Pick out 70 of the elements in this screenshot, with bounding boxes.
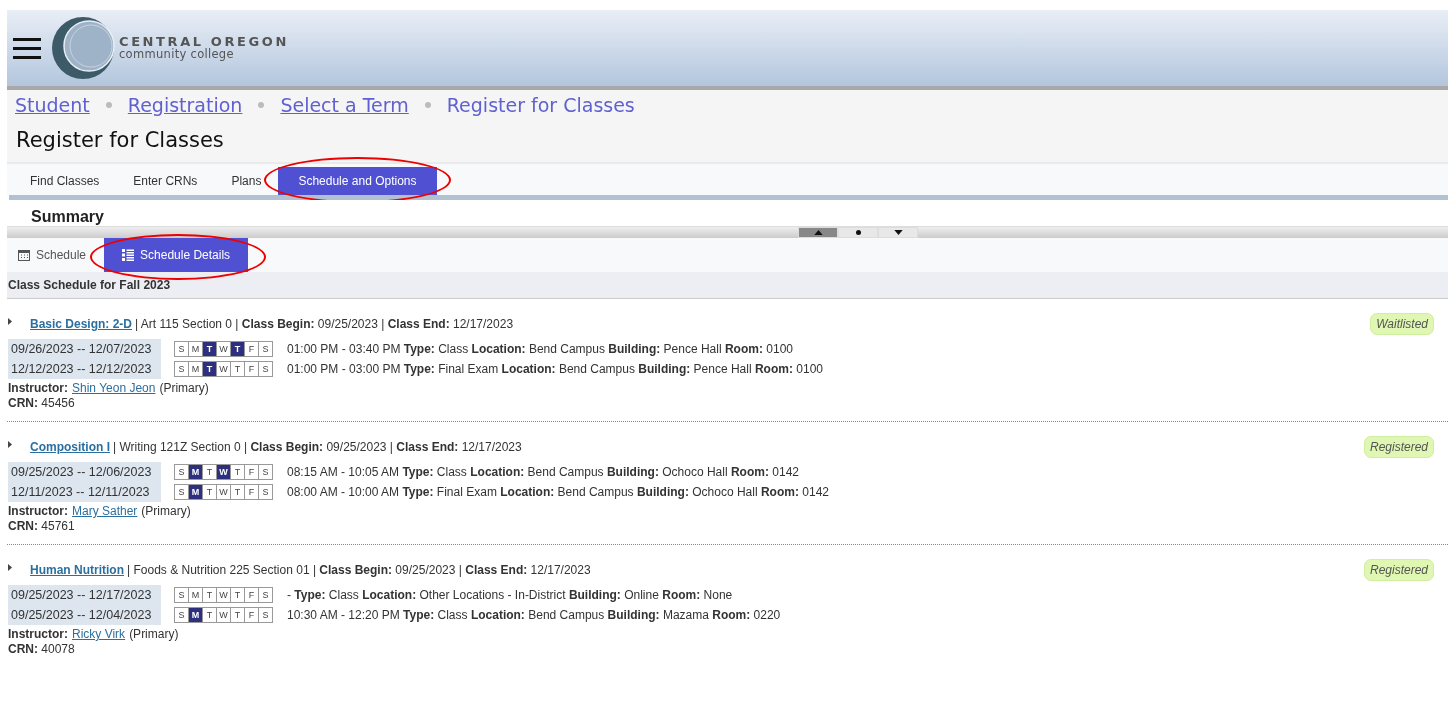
schedule-heading: Class Schedule for Fall 2023 (8, 278, 171, 292)
crn-text: CRN: 45456 (8, 396, 76, 410)
logo-subtitle: community college (119, 49, 235, 61)
meeting-details: 10:30 AM - 12:20 PM Type: Class Location: Bend Campus Building: Mazama Room: 0220 (287, 608, 781, 622)
meeting-details: 01:00 PM - 03:40 PM Type: Class Location: Bend Campus Building: Pence Hall Room: 0100 (287, 342, 793, 356)
instructor-link[interactable]: Shin Yeon Jeon (72, 381, 156, 395)
breadcrumb-separator (424, 102, 431, 108)
calendar-icon (18, 249, 30, 261)
crn-text: CRN: 45761 (8, 519, 76, 533)
dot-icon (855, 230, 861, 235)
instructor-link[interactable]: Mary Sather (72, 504, 138, 518)
course-info: | Foods & Nutrition 225 Section 01 | Class Begin: 09/25/2023 | Class End: 12/17/2023 (127, 563, 591, 577)
summary-heading: Summary (31, 207, 105, 226)
tab[interactable]: Plans (214, 167, 279, 195)
status-label: Registered (1363, 559, 1434, 581)
expand-caret-icon[interactable] (8, 440, 12, 448)
instructor-label: Instructor: (8, 627, 68, 641)
weekday-box: S (258, 587, 273, 603)
instructor-role: (Primary) (141, 504, 191, 518)
menu-icon[interactable] (13, 35, 41, 61)
view-tab[interactable]: Schedule Details (104, 238, 249, 272)
caret-down-icon (893, 230, 903, 235)
tab[interactable]: Schedule and Options (278, 167, 437, 195)
restore-button[interactable] (838, 227, 878, 238)
breadcrumb-current: Register for Classes (446, 94, 635, 116)
tab[interactable]: Find Classes (13, 167, 117, 195)
date-range: 09/26/2023 -- 12/07/2023 (8, 339, 161, 359)
course-title-link[interactable]: Human Nutrition (30, 563, 124, 577)
expand-caret-icon[interactable] (8, 317, 12, 325)
course-title-link[interactable]: Composition I (30, 440, 110, 454)
view-tab[interactable]: Schedule (12, 238, 93, 272)
weekday-box: S (258, 464, 273, 480)
instructor-link[interactable]: Ricky Virk (72, 627, 126, 641)
tab[interactable]: Enter CRNs (116, 167, 215, 195)
expand-down-button[interactable] (878, 227, 918, 238)
collapse-up-button[interactable] (798, 227, 838, 238)
crn-text: CRN: 40078 (8, 642, 76, 656)
date-range: 12/11/2023 -- 12/11/2023 (8, 482, 161, 502)
status-label: Registered (1363, 436, 1434, 458)
date-range: 09/25/2023 -- 12/04/2023 (8, 605, 161, 625)
meeting-details: 01:00 PM - 03:00 PM Type: Final Exam Location: Bend Campus Building: Pence Hall Room: 0100 (287, 362, 823, 376)
breadcrumb-link[interactable]: Registration (127, 94, 243, 116)
instructor-label: Instructor: (8, 381, 68, 395)
weekday-box: S (258, 361, 273, 377)
course-info: | Writing 121Z Section 0 | Class Begin: 09/25/2023 | Class End: 12/17/2023 (113, 440, 522, 454)
logo-icon (51, 16, 115, 80)
breadcrumb-separator (258, 102, 265, 108)
course-title-link[interactable]: Basic Design: 2-D (30, 317, 133, 331)
list-icon (122, 249, 135, 261)
page-title: Register for Classes (7, 118, 1448, 164)
caret-up-icon (813, 230, 823, 235)
expand-caret-icon[interactable] (8, 563, 12, 571)
course-info: | Art 115 Section 0 | Class Begin: 09/25/2023 | Class End: 12/17/2023 (135, 317, 514, 331)
date-range: 09/25/2023 -- 12/17/2023 (8, 585, 161, 605)
meeting-details: 08:15 AM - 10:05 AM Type: Class Location: Bend Campus Building: Ochoco Hall Room: 0142 (287, 465, 799, 479)
weekday-box: S (258, 484, 273, 500)
meeting-details: 08:00 AM - 10:00 AM Type: Final Exam Location: Bend Campus Building: Ochoco Hall Room: 0142 (287, 485, 829, 499)
instructor-label: Instructor: (8, 504, 68, 518)
breadcrumb-separator (105, 102, 112, 108)
date-range: 09/25/2023 -- 12/06/2023 (8, 462, 161, 482)
meeting-details: - Type: Class Location: Other Locations - In-District Building: Online Room: None (287, 588, 733, 602)
date-range: 12/12/2023 -- 12/12/2023 (8, 359, 161, 379)
instructor-role: (Primary) (129, 627, 179, 641)
instructor-role: (Primary) (159, 381, 209, 395)
logo-title: CENTRAL OREGON (119, 35, 289, 49)
breadcrumb-link[interactable]: Select a Term (280, 94, 409, 116)
weekday-box: S (258, 607, 273, 623)
weekday-box: S (258, 341, 273, 357)
status-label: Waitlisted (1370, 313, 1434, 335)
breadcrumb-link[interactable]: Student (15, 94, 90, 116)
